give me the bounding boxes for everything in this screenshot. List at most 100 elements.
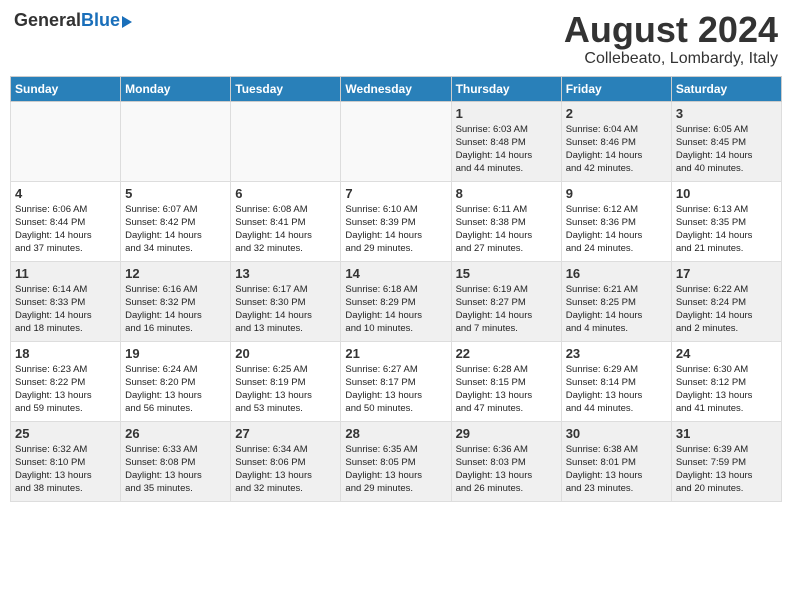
calendar-cell: 25 Sunrise: 6:32 AM Sunset: 8:10 PM Dayli… [11,421,121,501]
day-number: 13 [235,266,336,281]
calendar-header-row: SundayMondayTuesdayWednesdayThursdayFrid… [11,76,782,101]
calendar-cell: 12 Sunrise: 6:16 AM Sunset: 8:32 PM Dayli… [121,261,231,341]
calendar-day-header: Monday [121,76,231,101]
day-number: 8 [456,186,557,201]
calendar-table: SundayMondayTuesdayWednesdayThursdayFrid… [10,76,782,502]
day-number: 30 [566,426,667,441]
calendar-cell: 8 Sunrise: 6:11 AM Sunset: 8:38 PM Daylig… [451,181,561,261]
calendar-cell: 24 Sunrise: 6:30 AM Sunset: 8:12 PM Dayli… [671,341,781,421]
day-number: 24 [676,346,777,361]
day-info: Sunrise: 6:34 AM Sunset: 8:06 PM Dayligh… [235,443,336,496]
calendar-cell: 1Sunrise: 6:03 AM Sunset: 8:48 PM Daylig… [451,101,561,181]
day-number: 22 [456,346,557,361]
calendar-cell [341,101,451,181]
calendar-cell: 29 Sunrise: 6:36 AM Sunset: 8:03 PM Dayli… [451,421,561,501]
day-number: 9 [566,186,667,201]
calendar-cell: 10Sunrise: 6:13 AM Sunset: 8:35 PM Dayli… [671,181,781,261]
title-area: August 2024 Collebeato, Lombardy, Italy [564,10,778,68]
day-number: 28 [345,426,446,441]
calendar-cell: 11 Sunrise: 6:14 AM Sunset: 8:33 PM Dayli… [11,261,121,341]
calendar-cell: 30Sunrise: 6:38 AM Sunset: 8:01 PM Dayli… [561,421,671,501]
day-number: 5 [125,186,226,201]
day-info: Sunrise: 6:24 AM Sunset: 8:20 PM Dayligh… [125,363,226,416]
day-number: 3 [676,106,777,121]
month-title: August 2024 [564,10,778,50]
day-number: 21 [345,346,446,361]
day-info: Sunrise: 6:36 AM Sunset: 8:03 PM Dayligh… [456,443,557,496]
day-info: Sunrise: 6:18 AM Sunset: 8:29 PM Dayligh… [345,283,446,336]
day-info: Sunrise: 6:23 AM Sunset: 8:22 PM Dayligh… [15,363,116,416]
calendar-day-header: Wednesday [341,76,451,101]
calendar-cell [231,101,341,181]
calendar-day-header: Tuesday [231,76,341,101]
calendar-cell: 15Sunrise: 6:19 AM Sunset: 8:27 PM Dayli… [451,261,561,341]
day-number: 17 [676,266,777,281]
calendar-cell: 4Sunrise: 6:06 AM Sunset: 8:44 PM Daylig… [11,181,121,261]
calendar-cell: 28 Sunrise: 6:35 AM Sunset: 8:05 PM Dayli… [341,421,451,501]
day-info: Sunrise: 6:13 AM Sunset: 8:35 PM Dayligh… [676,203,777,256]
calendar-cell: 31 Sunrise: 6:39 AM Sunset: 7:59 PM Dayli… [671,421,781,501]
calendar-cell: 13 Sunrise: 6:17 AM Sunset: 8:30 PM Dayli… [231,261,341,341]
calendar-cell: 3Sunrise: 6:05 AM Sunset: 8:45 PM Daylig… [671,101,781,181]
day-info: Sunrise: 6:17 AM Sunset: 8:30 PM Dayligh… [235,283,336,336]
day-info: Sunrise: 6:16 AM Sunset: 8:32 PM Dayligh… [125,283,226,336]
day-info: Sunrise: 6:08 AM Sunset: 8:41 PM Dayligh… [235,203,336,256]
calendar-week-row: 25 Sunrise: 6:32 AM Sunset: 8:10 PM Dayli… [11,421,782,501]
day-number: 29 [456,426,557,441]
day-number: 20 [235,346,336,361]
day-info: Sunrise: 6:04 AM Sunset: 8:46 PM Dayligh… [566,123,667,176]
day-info: Sunrise: 6:28 AM Sunset: 8:15 PM Dayligh… [456,363,557,416]
day-info: Sunrise: 6:27 AM Sunset: 8:17 PM Dayligh… [345,363,446,416]
day-number: 19 [125,346,226,361]
calendar-week-row: 11 Sunrise: 6:14 AM Sunset: 8:33 PM Dayli… [11,261,782,341]
calendar-week-row: 1Sunrise: 6:03 AM Sunset: 8:48 PM Daylig… [11,101,782,181]
day-number: 23 [566,346,667,361]
calendar-cell: 27Sunrise: 6:34 AM Sunset: 8:06 PM Dayli… [231,421,341,501]
day-info: Sunrise: 6:25 AM Sunset: 8:19 PM Dayligh… [235,363,336,416]
day-info: Sunrise: 6:11 AM Sunset: 8:38 PM Dayligh… [456,203,557,256]
day-number: 18 [15,346,116,361]
calendar-cell [11,101,121,181]
calendar-cell: 6 Sunrise: 6:08 AM Sunset: 8:41 PM Daylig… [231,181,341,261]
day-info: Sunrise: 6:39 AM Sunset: 7:59 PM Dayligh… [676,443,777,496]
day-number: 4 [15,186,116,201]
day-info: Sunrise: 6:33 AM Sunset: 8:08 PM Dayligh… [125,443,226,496]
calendar-day-header: Thursday [451,76,561,101]
calendar-cell: 18 Sunrise: 6:23 AM Sunset: 8:22 PM Dayli… [11,341,121,421]
calendar-cell: 17 Sunrise: 6:22 AM Sunset: 8:24 PM Dayli… [671,261,781,341]
logo-general-text: General [14,10,81,31]
day-number: 11 [15,266,116,281]
calendar-cell: 14Sunrise: 6:18 AM Sunset: 8:29 PM Dayli… [341,261,451,341]
day-info: Sunrise: 6:35 AM Sunset: 8:05 PM Dayligh… [345,443,446,496]
calendar-cell: 23Sunrise: 6:29 AM Sunset: 8:14 PM Dayli… [561,341,671,421]
day-number: 6 [235,186,336,201]
logo: General Blue [14,10,132,31]
location-title: Collebeato, Lombardy, Italy [564,50,778,68]
calendar-day-header: Sunday [11,76,121,101]
day-info: Sunrise: 6:14 AM Sunset: 8:33 PM Dayligh… [15,283,116,336]
day-info: Sunrise: 6:30 AM Sunset: 8:12 PM Dayligh… [676,363,777,416]
day-info: Sunrise: 6:07 AM Sunset: 8:42 PM Dayligh… [125,203,226,256]
day-number: 12 [125,266,226,281]
calendar-cell: 2 Sunrise: 6:04 AM Sunset: 8:46 PM Daylig… [561,101,671,181]
day-number: 16 [566,266,667,281]
day-number: 25 [15,426,116,441]
calendar-week-row: 4Sunrise: 6:06 AM Sunset: 8:44 PM Daylig… [11,181,782,261]
day-number: 1 [456,106,557,121]
calendar-day-header: Friday [561,76,671,101]
calendar-cell: 7 Sunrise: 6:10 AM Sunset: 8:39 PM Daylig… [341,181,451,261]
calendar-cell [121,101,231,181]
calendar-day-header: Saturday [671,76,781,101]
day-info: Sunrise: 6:12 AM Sunset: 8:36 PM Dayligh… [566,203,667,256]
day-info: Sunrise: 6:22 AM Sunset: 8:24 PM Dayligh… [676,283,777,336]
day-info: Sunrise: 6:32 AM Sunset: 8:10 PM Dayligh… [15,443,116,496]
day-number: 31 [676,426,777,441]
calendar-cell: 22 Sunrise: 6:28 AM Sunset: 8:15 PM Dayli… [451,341,561,421]
calendar-cell: 21 Sunrise: 6:27 AM Sunset: 8:17 PM Dayli… [341,341,451,421]
calendar-cell: 5 Sunrise: 6:07 AM Sunset: 8:42 PM Daylig… [121,181,231,261]
day-info: Sunrise: 6:10 AM Sunset: 8:39 PM Dayligh… [345,203,446,256]
day-number: 2 [566,106,667,121]
calendar-cell: 26Sunrise: 6:33 AM Sunset: 8:08 PM Dayli… [121,421,231,501]
day-number: 7 [345,186,446,201]
logo-blue-text: Blue [81,10,120,31]
